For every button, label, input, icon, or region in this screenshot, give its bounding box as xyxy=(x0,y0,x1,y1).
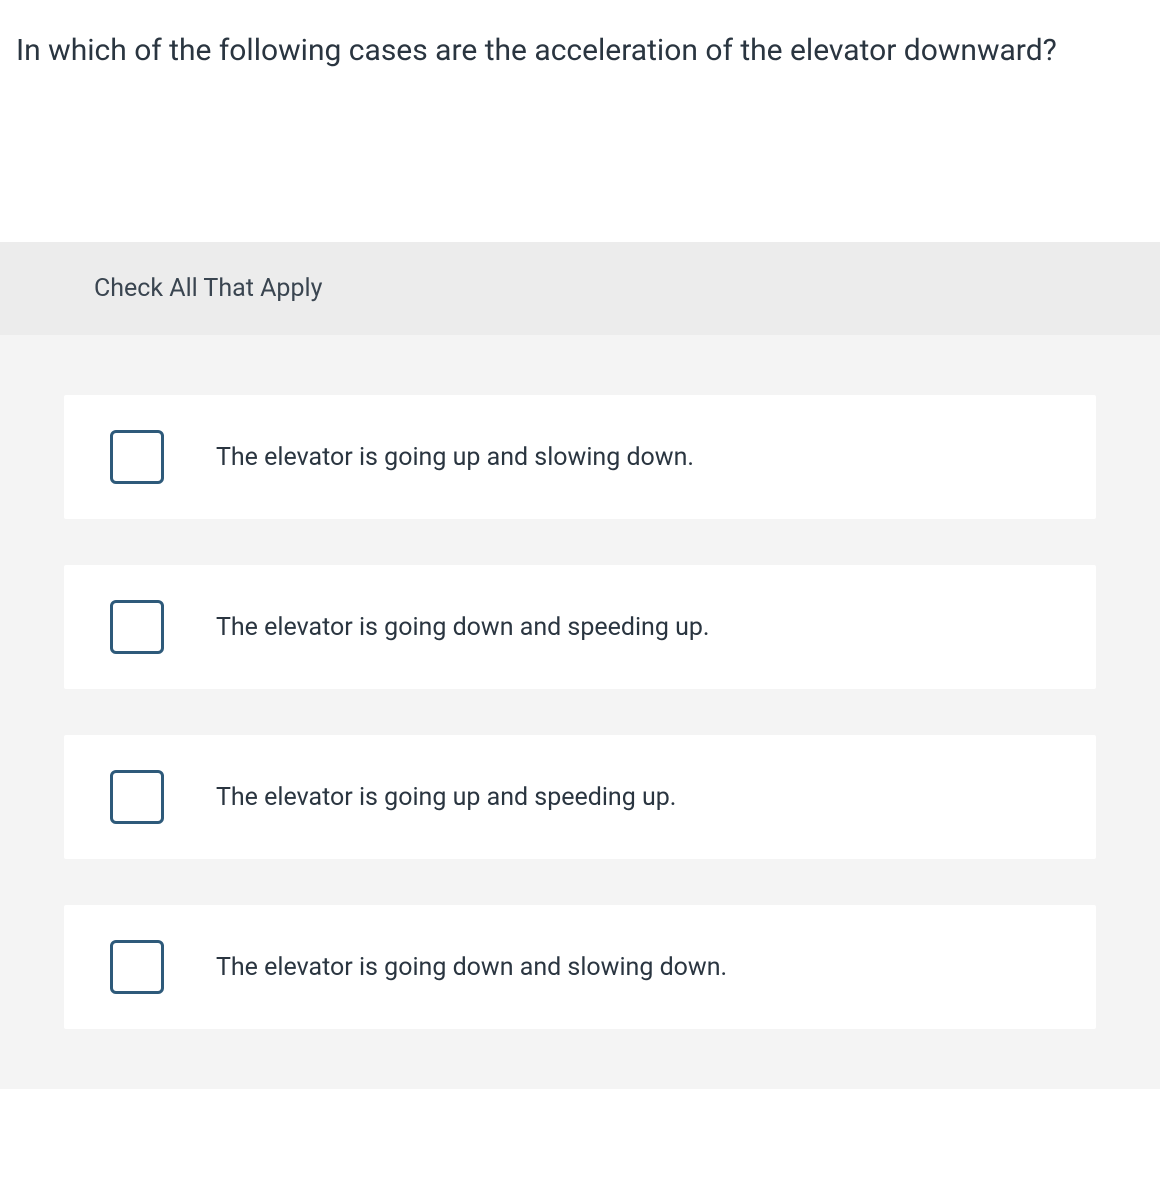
options-container: The elevator is going up and slowing dow… xyxy=(0,335,1160,1089)
option-row[interactable]: The elevator is going up and slowing dow… xyxy=(64,395,1096,519)
checkbox[interactable] xyxy=(110,770,164,824)
option-row[interactable]: The elevator is going down and speeding … xyxy=(64,565,1096,689)
option-row[interactable]: The elevator is going down and slowing d… xyxy=(64,905,1096,1029)
option-label: The elevator is going down and speeding … xyxy=(216,613,710,642)
answer-section: Check All That Apply The elevator is goi… xyxy=(0,242,1160,1089)
instruction-header: Check All That Apply xyxy=(0,242,1160,335)
checkbox[interactable] xyxy=(110,600,164,654)
option-row[interactable]: The elevator is going up and speeding up… xyxy=(64,735,1096,859)
checkbox[interactable] xyxy=(110,940,164,994)
option-label: The elevator is going up and slowing dow… xyxy=(216,443,694,472)
option-label: The elevator is going up and speeding up… xyxy=(216,783,676,812)
question-text: In which of the following cases are the … xyxy=(0,0,1160,72)
checkbox[interactable] xyxy=(110,430,164,484)
option-label: The elevator is going down and slowing d… xyxy=(216,953,727,982)
